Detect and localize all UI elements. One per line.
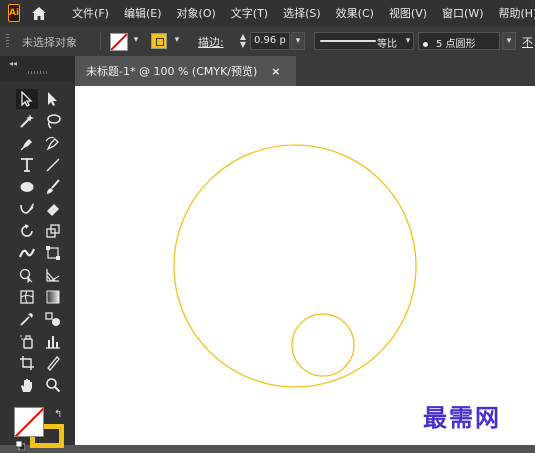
tools-panel: ◂◂ ↰: [0, 56, 75, 451]
stroke-label[interactable]: 描边:: [198, 34, 224, 50]
variable-width-profile[interactable]: 等比: [314, 32, 414, 50]
menu-edit[interactable]: 编辑(E): [124, 5, 162, 21]
brush-definition[interactable]: 5 点圆形: [418, 32, 500, 50]
symbol-sprayer-tool-icon[interactable]: [16, 331, 38, 351]
menu-select[interactable]: 选择(S): [283, 5, 321, 21]
eraser-tool-icon[interactable]: [42, 199, 64, 219]
home-icon[interactable]: [32, 3, 47, 23]
brush-dropdown-chevron-icon[interactable]: ▾: [502, 32, 516, 50]
artwork: [173, 144, 417, 388]
fill-color-box[interactable]: [14, 407, 44, 437]
mesh-tool-icon[interactable]: [16, 287, 38, 307]
document-tab-title: 未标题-1* @ 100 % (CMYK/预览): [86, 65, 258, 78]
document-tab[interactable]: 未标题-1* @ 100 % (CMYK/预览) ×: [75, 56, 296, 86]
selection-tool-icon[interactable]: [16, 89, 38, 109]
blend-tool-icon[interactable]: [42, 309, 64, 329]
ellipse-tool-icon[interactable]: [16, 177, 38, 197]
stroke-dropdown-chevron-icon[interactable]: ▾: [172, 35, 182, 45]
app-logo: Ai: [8, 4, 21, 22]
lasso-tool-icon[interactable]: [42, 111, 64, 131]
control-bar-grip[interactable]: [6, 34, 9, 48]
menu-help[interactable]: 帮助(H): [499, 5, 535, 21]
small-circle[interactable]: [291, 313, 355, 377]
shaper-tool-icon[interactable]: [16, 199, 38, 219]
menu-view[interactable]: 视图(V): [389, 5, 427, 21]
panel-grip[interactable]: [28, 71, 48, 74]
shape-builder-tool-icon[interactable]: [16, 265, 38, 285]
document-tab-bar: 未标题-1* @ 100 % (CMYK/预览) ×: [75, 56, 535, 86]
collapse-icon[interactable]: ◂◂: [9, 59, 17, 68]
free-transform-tool-icon[interactable]: [42, 243, 64, 263]
opacity-label[interactable]: 不: [522, 34, 533, 50]
profile-line-icon: [320, 40, 376, 42]
line-segment-tool-icon[interactable]: [42, 155, 64, 175]
artboard-tool-icon[interactable]: [16, 353, 38, 373]
menu-type[interactable]: 文字(T): [231, 5, 268, 21]
artboard-canvas[interactable]: 最需网: [75, 86, 535, 445]
close-icon[interactable]: ×: [271, 65, 280, 78]
stroke-weight-dropdown-chevron-icon[interactable]: ▾: [291, 32, 305, 50]
pen-tool-icon[interactable]: [16, 133, 38, 153]
perspective-grid-tool-icon[interactable]: [42, 265, 64, 285]
magic-wand-tool-icon[interactable]: [16, 111, 38, 131]
profile-dropdown-chevron-icon[interactable]: ▾: [401, 32, 415, 50]
menu-file[interactable]: 文件(F): [72, 5, 109, 21]
variable-width-label: 等比: [377, 39, 397, 50]
stroke-swatch[interactable]: [151, 33, 167, 49]
menu-bar: Ai 文件(F) 编辑(E) 对象(O) 文字(T) 选择(S) 效果(C) 视…: [0, 0, 535, 26]
large-circle[interactable]: [173, 144, 417, 388]
zoom-tool-icon[interactable]: [42, 375, 64, 395]
menu-object[interactable]: 对象(O): [177, 5, 216, 21]
column-graph-tool-icon[interactable]: [42, 331, 64, 351]
fill-swatch[interactable]: [110, 33, 128, 51]
menu-effect[interactable]: 效果(C): [336, 5, 374, 21]
hand-tool-icon[interactable]: [16, 375, 38, 395]
width-tool-icon[interactable]: [16, 243, 38, 263]
stroke-weight-spinner-icon[interactable]: ▲ ▼: [238, 33, 248, 49]
selection-status: 未选择对象: [22, 36, 77, 49]
fill-dropdown-chevron-icon[interactable]: ▾: [131, 35, 141, 45]
curvature-tool-icon[interactable]: [42, 133, 64, 153]
type-tool-icon[interactable]: [16, 155, 38, 175]
brush-label: 5 点圆形: [436, 39, 476, 50]
stroke-weight-field[interactable]: 0.96 p: [250, 32, 290, 50]
menu-window[interactable]: 窗口(W): [442, 5, 483, 21]
watermark-text: 最需网: [423, 403, 501, 432]
slice-tool-icon[interactable]: [42, 353, 64, 373]
divider: [100, 32, 101, 50]
menu-items: 文件(F) 编辑(E) 对象(O) 文字(T) 选择(S) 效果(C) 视图(V…: [72, 5, 535, 21]
rotate-tool-icon[interactable]: [16, 221, 38, 241]
eyedropper-tool-icon[interactable]: [16, 309, 38, 329]
swap-fill-stroke-icon[interactable]: ↰: [54, 409, 62, 420]
scale-tool-icon[interactable]: [42, 221, 64, 241]
direct-selection-tool-icon[interactable]: [42, 89, 64, 109]
gradient-tool-icon[interactable]: [42, 287, 64, 307]
paintbrush-tool-icon[interactable]: [42, 177, 64, 197]
brush-dot-icon: [423, 41, 428, 47]
control-bar: 未选择对象 ▾ ▾ 描边: ▲ ▼ 0.96 p ▾ 等比 ▾ 5 点圆形 ▾ 不: [0, 26, 535, 57]
tools-panel-header: ◂◂: [0, 56, 75, 82]
